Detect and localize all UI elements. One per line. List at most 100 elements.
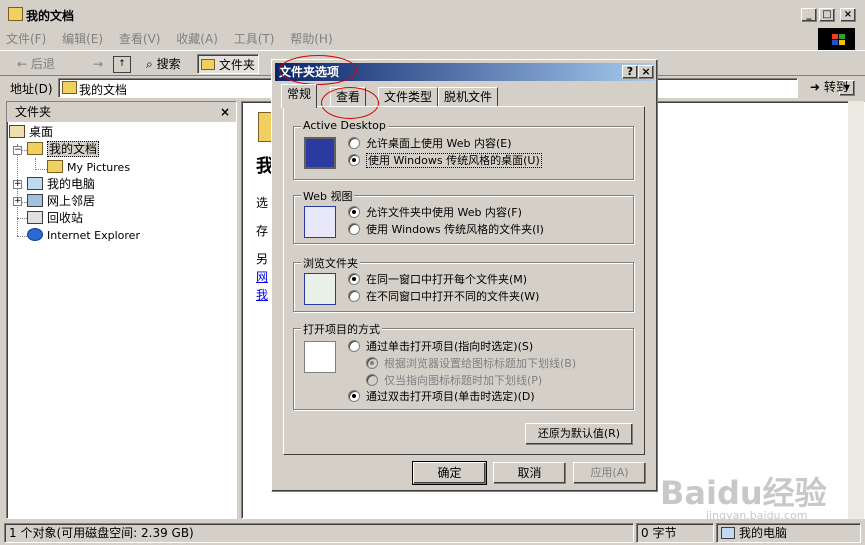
menu-favorites[interactable]: 收藏(A) — [170, 30, 224, 48]
option-separate-window[interactable]: 在不同窗口中打开不同的文件夹(W) — [348, 289, 539, 305]
tree-item-my-pictures[interactable]: My Pictures — [47, 159, 130, 176]
window-title: 我的文档 — [26, 9, 75, 23]
maximize-button[interactable]: □ — [819, 8, 835, 22]
tab-file-types[interactable]: 文件类型 — [378, 87, 439, 107]
tree-close-button[interactable]: × — [220, 102, 230, 122]
back-arrow-icon: ← — [17, 57, 28, 71]
watermark-brand: Baidu经验 — [660, 474, 827, 512]
tree-header: 文件夹 × — [7, 102, 236, 122]
option-underline-point: 仅当指向图标标题时加下划线(P) — [366, 373, 542, 389]
group-active-desktop: Active Desktop 允许桌面上使用 Web 内容(E) 使用 Wind… — [293, 119, 634, 180]
option-classic-folders[interactable]: 使用 Windows 传统风格的文件夹(I) — [348, 222, 544, 238]
address-label: 地址(D) — [10, 82, 53, 96]
computer-icon — [27, 177, 43, 190]
desktop-icon — [9, 125, 25, 138]
radio-button[interactable] — [348, 154, 360, 166]
window-titlebar: 我的文档 _ □ × — [0, 0, 865, 30]
restore-default-button[interactable]: 还原为默认值(R) — [525, 423, 633, 445]
menu-tools[interactable]: 工具(T) — [228, 30, 281, 48]
expand-toggle[interactable]: + — [13, 180, 22, 189]
up-folder-icon[interactable]: ↑ — [113, 56, 131, 73]
computer-icon — [721, 527, 735, 539]
folder-icon — [8, 7, 23, 21]
status-location: 我的电脑 — [716, 523, 861, 543]
forward-button[interactable]: → — [90, 54, 106, 74]
radio-button[interactable] — [348, 390, 360, 402]
dialog-close-button[interactable]: × — [638, 65, 654, 79]
annotation-circle — [279, 55, 357, 85]
go-label: 转到 — [823, 80, 848, 94]
search-button[interactable]: ⌕ 搜索 — [143, 54, 184, 74]
option-same-window[interactable]: 在同一窗口中打开每个文件夹(M) — [348, 272, 527, 288]
radio-button — [366, 357, 378, 369]
option-underline-browser: 根据浏览器设置给图标标题加下划线(B) — [366, 356, 576, 372]
status-objects: 1 个对象(可用磁盘空间: 2.39 GB) — [4, 523, 634, 543]
tree-item-recycle-bin[interactable]: 回收站 — [27, 210, 83, 227]
folders-label: 文件夹 — [218, 58, 255, 72]
close-button[interactable]: × — [840, 8, 856, 22]
group-title: 浏览文件夹 — [301, 255, 360, 271]
back-label: 后退 — [30, 57, 55, 71]
menu-edit[interactable]: 编辑(E) — [56, 30, 109, 48]
radio-button[interactable] — [348, 340, 360, 352]
content-text: 选 — [256, 196, 269, 210]
browse-window-icon — [304, 273, 336, 305]
radio-button[interactable] — [348, 206, 360, 218]
folder-icon — [27, 142, 43, 155]
content-link[interactable]: 我 — [256, 286, 268, 303]
menu-view[interactable]: 查看(V) — [113, 30, 167, 48]
tree-item-my-computer[interactable]: 我的电脑 — [27, 176, 95, 193]
tree-item-my-documents[interactable]: 我的文档 — [27, 141, 100, 158]
tree-header-label: 文件夹 — [15, 105, 52, 119]
folders-icon — [201, 59, 215, 70]
tree-item-network[interactable]: 网上邻居 — [27, 193, 95, 210]
option-double-click[interactable]: 通过双击打开项目(单击时选定)(D) — [348, 389, 535, 405]
go-arrow-icon: ➜ — [810, 80, 821, 94]
monitor-icon — [304, 137, 336, 169]
status-bar: 1 个对象(可用磁盘空间: 2.39 GB) 0 字节 我的电脑 — [0, 521, 865, 545]
group-title: Web 视图 — [301, 188, 355, 204]
baidu-watermark: Baidu经验 jingyan.baidu.com — [660, 468, 860, 524]
menu-help[interactable]: 帮助(H) — [284, 30, 338, 48]
back-button[interactable]: ← 后退 — [14, 54, 58, 74]
expand-toggle[interactable]: + — [13, 197, 22, 206]
group-open-items: 打开项目的方式 通过单击打开项目(指向时选定)(S) 根据浏览器设置给图标标题加… — [293, 321, 634, 410]
vertical-scrollbar[interactable] — [848, 101, 864, 519]
windows-logo-icon — [818, 28, 855, 50]
folder-tree-pane: 文件夹 × − + + 桌面 我的文档 My Pictures 我的电脑 网上邻… — [6, 101, 237, 519]
content-text: 存 — [256, 224, 269, 238]
tab-offline-files[interactable]: 脱机文件 — [438, 87, 499, 107]
radio-button[interactable] — [348, 137, 360, 149]
help-button[interactable]: ? — [622, 65, 638, 79]
minimize-button[interactable]: _ — [801, 8, 817, 22]
content-link[interactable]: 网 — [256, 268, 268, 285]
radio-button[interactable] — [348, 273, 360, 285]
recycle-bin-icon — [27, 211, 43, 224]
search-icon: ⌕ — [146, 57, 153, 71]
radio-button[interactable] — [348, 223, 360, 235]
ok-button[interactable]: 确定 — [412, 461, 487, 485]
option-single-click[interactable]: 通过单击打开项目(指向时选定)(S) — [348, 339, 533, 355]
radio-button[interactable] — [348, 290, 360, 302]
web-view-icon — [304, 206, 336, 238]
apply-button[interactable]: 应用(A) — [573, 462, 646, 484]
collapse-toggle[interactable]: − — [13, 146, 22, 155]
menu-bar: 文件(F) 编辑(E) 查看(V) 收藏(A) 工具(T) 帮助(H) — [0, 30, 815, 48]
option-web-desktop[interactable]: 允许桌面上使用 Web 内容(E) — [348, 136, 512, 152]
group-web-view: Web 视图 允许文件夹中使用 Web 内容(F) 使用 Windows 传统风… — [293, 188, 634, 244]
tree-item-internet-explorer[interactable]: Internet Explorer — [27, 227, 140, 244]
group-browse-folders: 浏览文件夹 在同一窗口中打开每个文件夹(M) 在不同窗口中打开不同的文件夹(W) — [293, 255, 634, 312]
option-classic-desktop[interactable]: 使用 Windows 传统风格的桌面(U) — [348, 153, 542, 169]
my-documents-icon — [62, 81, 77, 94]
go-button[interactable]: ➜ 转到 — [806, 78, 854, 98]
search-label: 搜索 — [156, 57, 181, 71]
menu-file[interactable]: 文件(F) — [0, 30, 52, 48]
tab-general[interactable]: 常规 — [281, 84, 318, 108]
group-title: 打开项目的方式 — [301, 321, 382, 337]
folder-options-dialog: 文件夹选项 ? × 常规 查看 文件类型 脱机文件 Active Desktop… — [271, 55, 658, 492]
option-web-folders[interactable]: 允许文件夹中使用 Web 内容(F) — [348, 205, 522, 221]
cancel-button[interactable]: 取消 — [493, 462, 566, 484]
folders-button[interactable]: 文件夹 — [197, 54, 259, 74]
tree-item-desktop[interactable]: 桌面 — [9, 124, 53, 141]
address-value: 我的文档 — [79, 83, 128, 97]
